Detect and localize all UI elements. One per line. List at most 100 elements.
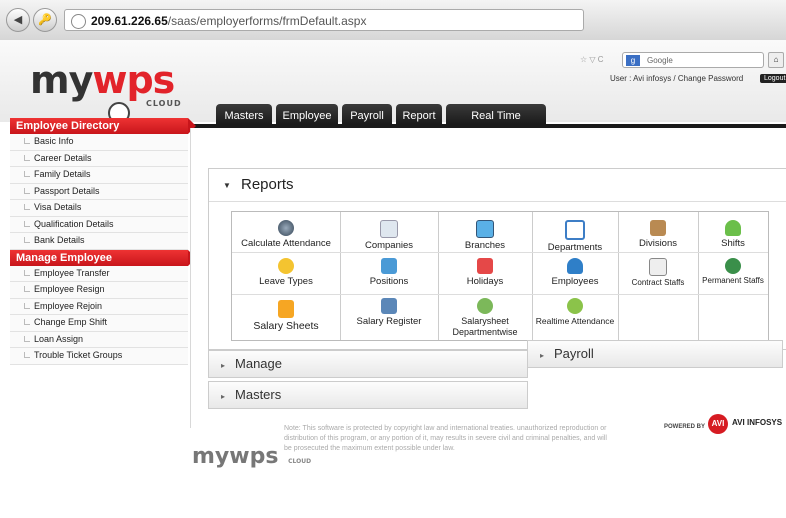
- report-salarysheet-departmentwise[interactable]: Salarysheet Departmentwise: [438, 298, 532, 338]
- report-permanent-staffs[interactable]: Permanent Staffs: [698, 258, 768, 285]
- sidebar-item-visa-details[interactable]: Visa Details: [10, 200, 188, 217]
- sidebar-item-bank-details[interactable]: Bank Details: [10, 233, 188, 250]
- report-label: Divisions: [638, 238, 677, 249]
- gift-icon: [477, 258, 493, 274]
- footer-logo-my: my: [192, 444, 230, 469]
- sidebar-item-change-emp-shift[interactable]: Change Emp Shift: [10, 315, 188, 332]
- accordion-masters[interactable]: ▸ Masters: [208, 381, 528, 409]
- screen: ◀ 🔑 209.61.226.65/saas/employerforms/frm…: [0, 0, 786, 518]
- report-label: Salary Sheets: [253, 320, 319, 332]
- reports-header[interactable]: ▼ Reports: [209, 169, 786, 202]
- report-label: Salary Register: [356, 316, 422, 327]
- user-line[interactable]: User : Avi infosys / Change Password: [610, 74, 743, 83]
- powered-by-label: POWERED BY: [664, 424, 706, 430]
- sidebar-item-family-details[interactable]: Family Details: [10, 167, 188, 184]
- sidebar-item-basic-info[interactable]: Basic Info: [10, 134, 188, 151]
- report-positions[interactable]: Positions: [340, 258, 438, 287]
- footer-logo-cloud: CLOUD: [288, 458, 312, 465]
- chevron-right-icon: ▸: [221, 361, 226, 370]
- app-logo[interactable]: mywps CLOUD: [30, 58, 181, 124]
- sidebar-item-career-details[interactable]: Career Details: [10, 150, 188, 167]
- employee-icon: [567, 258, 583, 274]
- report-label: Holidays: [466, 276, 504, 287]
- sidebar-item-passport-details[interactable]: Passport Details: [10, 183, 188, 200]
- report-label: Calculate Attendance: [241, 238, 331, 249]
- company-name: AVI INFOSYS: [732, 418, 783, 427]
- report-label: Branches: [464, 240, 506, 251]
- report-companies[interactable]: Companies: [340, 220, 438, 251]
- identity-icon[interactable]: 🔑: [33, 8, 57, 32]
- sidebar: Employee Directory Basic Info Career Det…: [10, 118, 196, 365]
- reports-panel: ▼ Reports Calculate Attendance Companies…: [208, 168, 786, 350]
- accordion-label: Manage: [235, 356, 282, 371]
- grid-divider: [232, 294, 768, 295]
- search-input[interactable]: g Google: [622, 52, 764, 68]
- chevron-right-icon: ▸: [540, 351, 545, 360]
- collapse-caret-icon: ▼: [223, 181, 231, 190]
- logo-my: my: [30, 58, 93, 102]
- report-leave-types[interactable]: Leave Types: [232, 258, 340, 287]
- report-label: Companies: [364, 240, 414, 251]
- reports-title: Reports: [241, 176, 294, 193]
- url-path: /saas/employerforms/frmDefault.aspx: [167, 14, 367, 28]
- address-bar[interactable]: 209.61.226.65/saas/employerforms/frmDefa…: [64, 9, 584, 31]
- report-realtime-attendance[interactable]: Realtime Attendance: [532, 298, 618, 326]
- report-label: Realtime Attendance: [535, 316, 615, 326]
- logout-button[interactable]: Logout: [760, 74, 786, 83]
- globe-icon: [71, 14, 86, 29]
- sidebar-section-employee-directory[interactable]: Employee Directory: [10, 118, 196, 134]
- report-departments[interactable]: Departments: [532, 220, 618, 253]
- report-employees[interactable]: Employees: [532, 258, 618, 287]
- home-icon[interactable]: ⌂: [768, 52, 784, 68]
- report-contract-staffs[interactable]: Contract Staffs: [618, 258, 698, 287]
- report-branches[interactable]: Branches: [438, 220, 532, 251]
- sidebar-item-employee-rejoin[interactable]: Employee Rejoin: [10, 298, 188, 315]
- report-label: Contract Staffs: [631, 278, 685, 287]
- sidebar-item-qualification-details[interactable]: Qualification Details: [10, 216, 188, 233]
- users-icon: [477, 298, 493, 314]
- report-label: Shifts: [721, 238, 745, 249]
- report-label: Employees: [551, 276, 599, 287]
- g-icon: g: [626, 55, 640, 66]
- copyright-note: Note: This software is protected by copy…: [284, 425, 607, 452]
- logo-wps: wps: [92, 58, 175, 102]
- report-holidays[interactable]: Holidays: [438, 258, 532, 287]
- report-salary-register[interactable]: Salary Register: [340, 298, 438, 327]
- chevron-right-icon: ▸: [221, 392, 226, 401]
- report-label: Permanent Staffs: [702, 276, 764, 285]
- report-label: Positions: [369, 276, 409, 287]
- register-icon: [381, 298, 397, 314]
- reports-grid: Calculate Attendance Companies Branches …: [231, 211, 769, 341]
- note-icon: [278, 300, 294, 318]
- box-icon: [650, 220, 666, 236]
- browser-toolbar: ◀ 🔑 209.61.226.65/saas/employerforms/frm…: [0, 0, 786, 41]
- sidebar-item-loan-assign[interactable]: Loan Assign: [10, 331, 188, 348]
- accordion-label: Payroll: [554, 346, 594, 361]
- grid-divider: [232, 252, 768, 253]
- sidebar-item-employee-resign[interactable]: Employee Resign: [10, 282, 188, 299]
- star-icon: [278, 258, 294, 274]
- report-salary-sheets[interactable]: Salary Sheets: [232, 300, 340, 332]
- user-clock-icon: [567, 298, 583, 314]
- sidebar-item-trouble-ticket-groups[interactable]: Trouble Ticket Groups: [10, 348, 188, 365]
- org-chart-icon: [381, 258, 397, 274]
- accordion-payroll[interactable]: ▸ Payroll: [527, 340, 783, 368]
- report-label: Salarysheet Departmentwise: [452, 316, 518, 337]
- report-calculate-attendance[interactable]: Calculate Attendance: [232, 220, 340, 249]
- sidebar-section-manage-employee[interactable]: Manage Employee: [10, 249, 196, 266]
- bookmark-star-icon[interactable]: ☆ ▽ C: [580, 55, 604, 64]
- report-shifts[interactable]: Shifts: [698, 220, 768, 249]
- accordion-manage[interactable]: ▸ Manage: [208, 350, 528, 378]
- gear-icon: [278, 220, 294, 236]
- back-icon[interactable]: ◀: [6, 8, 30, 32]
- avi-logo-icon: AVI: [708, 414, 728, 434]
- document-icon: [380, 220, 398, 238]
- group-icon: [725, 258, 741, 274]
- report-label: Leave Types: [259, 276, 313, 287]
- url-host: 209.61.226.65: [91, 14, 168, 28]
- sidebar-item-employee-transfer[interactable]: Employee Transfer: [10, 265, 188, 282]
- report-divisions[interactable]: Divisions: [618, 220, 698, 249]
- footer-logo-wps: wps: [229, 444, 279, 469]
- monitor-icon: [476, 220, 494, 238]
- report-label: Departments: [547, 242, 603, 253]
